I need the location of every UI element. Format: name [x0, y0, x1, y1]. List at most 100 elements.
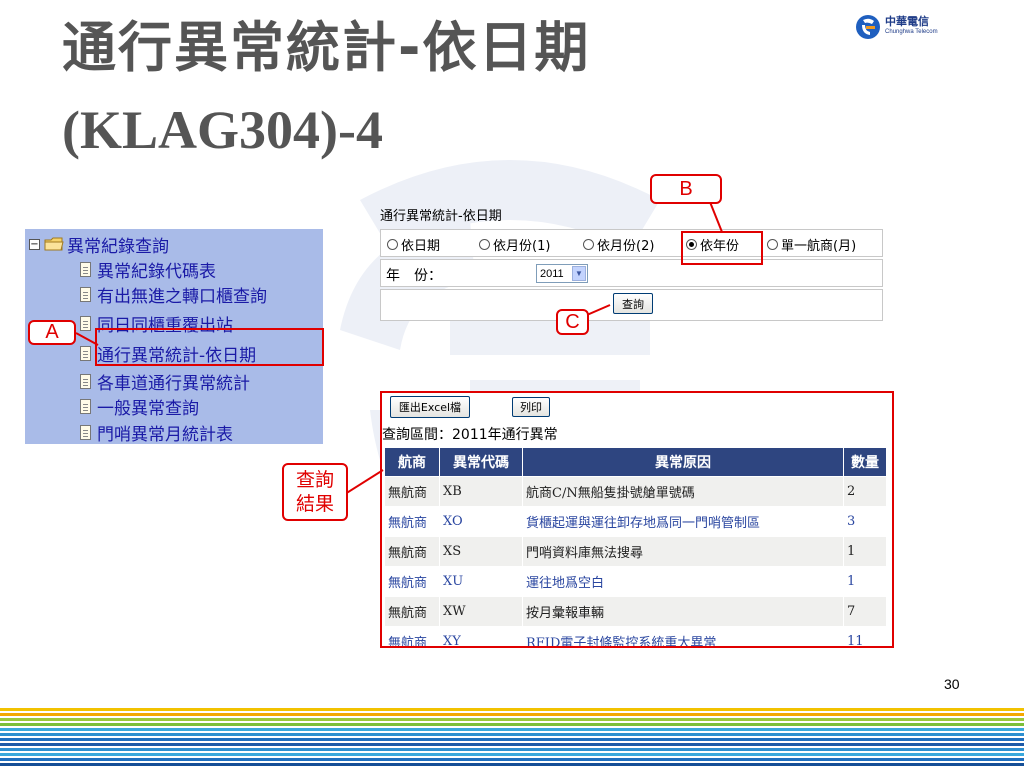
tree-item-label: 門哨異常月統計表	[97, 424, 233, 445]
radio-label: 依月份(1)	[493, 239, 551, 254]
radio-by-month-2[interactable]: 依月份(2)	[583, 235, 654, 254]
table-cell: XY	[439, 626, 523, 646]
chevron-down-icon[interactable]: ▼	[572, 266, 586, 281]
mode-row: 依日期 依月份(1) 依月份(2) 依年份 單一航商(月)	[380, 229, 883, 257]
callout-b-arrow	[709, 201, 723, 233]
tree-item[interactable]: 有出無進之轉口櫃查詢	[80, 283, 267, 307]
print-button[interactable]: 列印	[512, 397, 550, 417]
table-cell: 1	[843, 566, 887, 597]
table-cell: 2	[843, 476, 887, 507]
page-title: 通行異常統計-依日期	[62, 16, 591, 79]
callout-a-label: A	[28, 320, 76, 345]
results-table: 航商 異常代碼 異常原因 數量 無航商 XB 航商C/N無船隻掛號艙單號碼 2 …	[384, 447, 887, 646]
radio-circle[interactable]	[583, 239, 594, 250]
collapse-icon[interactable]: −	[29, 238, 40, 250]
table-cell: 1	[843, 536, 887, 567]
document-icon	[80, 398, 91, 414]
table-cell: RFID電子封條監控系統重大異常	[522, 626, 844, 646]
table-cell: 7	[843, 596, 887, 627]
table-cell: 貨櫃起運與運往卸存地爲同一門哨管制區	[522, 506, 844, 537]
query-range-text: 查詢區間：2011年通行異常	[382, 427, 558, 443]
table-cell: 按月彙報車輛	[522, 596, 844, 627]
table-cell: 無航商	[384, 596, 440, 627]
table-cell: 無航商	[384, 566, 440, 597]
document-icon	[80, 261, 91, 277]
tree-item[interactable]: 一般異常查詢	[80, 395, 199, 419]
logo-name-cn: 中華電信	[885, 15, 929, 28]
tree-item[interactable]: 各車道通行異常統計	[80, 370, 250, 394]
table-cell: 11	[843, 626, 887, 646]
company-logo: 中華電信 Chunghwa Telecom	[855, 14, 938, 40]
radio-by-month-1[interactable]: 依月份(1)	[479, 235, 550, 254]
callout-results-line1: 查詢	[295, 469, 334, 491]
table-cell: 無航商	[384, 476, 440, 507]
table-cell: XO	[439, 506, 523, 537]
form-title: 通行異常統計-依日期	[380, 209, 502, 224]
year-select[interactable]: 2011 ▼	[536, 264, 588, 283]
tree-item-label: 有出無進之轉口櫃查詢	[97, 286, 267, 307]
callout-results-line2: 結果	[295, 493, 334, 515]
tree-item-label: 一般異常查詢	[97, 398, 199, 419]
document-icon	[80, 424, 91, 440]
radio-circle[interactable]	[479, 239, 490, 250]
callout-a-arrow	[76, 332, 99, 346]
table-row[interactable]: 無航商 XS 門哨資料庫無法搜尋 1	[384, 536, 887, 567]
document-icon	[80, 373, 91, 389]
table-header-row: 航商 異常代碼 異常原因 數量	[384, 447, 887, 477]
year-row: 年 份： 2011 ▼	[380, 259, 883, 287]
radio-label: 依月份(2)	[597, 239, 655, 254]
callout-results-arrow	[345, 469, 384, 495]
document-icon	[80, 345, 91, 361]
table-cell: XS	[439, 536, 523, 567]
year-select-value: 2011	[540, 267, 564, 280]
column-header[interactable]: 異常原因	[522, 447, 844, 477]
document-icon	[80, 286, 91, 302]
export-excel-button[interactable]: 匯出Excel檔	[390, 396, 470, 418]
tree-root[interactable]: − 異常紀錄查詢	[29, 231, 169, 257]
table-cell: XU	[439, 566, 523, 597]
chunghwa-logo-icon	[856, 15, 880, 39]
tree-item[interactable]: 門哨異常月統計表	[80, 421, 233, 445]
table-cell: XW	[439, 596, 523, 627]
page-subtitle: (KLAG304)-4	[62, 100, 383, 160]
callout-a-highlight	[95, 328, 324, 366]
radio-circle[interactable]	[767, 239, 778, 250]
tree-item-label: 異常紀錄代碼表	[97, 261, 216, 282]
table-row[interactable]: 無航商 XU 運往地爲空白 1	[384, 566, 887, 597]
button-row: 查詢	[380, 289, 883, 321]
radio-by-date[interactable]: 依日期	[387, 235, 440, 254]
table-row[interactable]: 無航商 XW 按月彙報車輛 7	[384, 596, 887, 627]
tree-root-label: 異常紀錄查詢	[67, 236, 169, 257]
query-button[interactable]: 查詢	[613, 293, 653, 314]
radio-single-carrier[interactable]: 單一航商(月)	[767, 235, 856, 254]
logo-name-en: Chunghwa Telecom	[885, 29, 938, 35]
results-panel: 匯出Excel檔 列印 查詢區間：2011年通行異常 航商 異常代碼 異常原因 …	[380, 391, 894, 648]
column-header[interactable]: 航商	[384, 447, 440, 477]
table-cell: 3	[843, 506, 887, 537]
page-number: 30	[944, 676, 960, 692]
year-label: 年 份：	[386, 268, 442, 284]
tree-item[interactable]: 異常紀錄代碼表	[80, 258, 216, 282]
radio-label: 單一航商(月)	[781, 239, 857, 254]
callout-results-label: 查詢 結果	[282, 463, 348, 521]
callout-b-highlight	[681, 231, 763, 265]
table-row[interactable]: 無航商 XB 航商C/N無船隻掛號艙單號碼 2	[384, 476, 887, 507]
folder-icon	[44, 237, 64, 251]
callout-c-label: C	[556, 309, 589, 335]
radio-label: 依日期	[401, 239, 441, 254]
table-cell: 門哨資料庫無法搜尋	[522, 536, 844, 567]
table-row[interactable]: 無航商 XY RFID電子封條監控系統重大異常 11	[384, 626, 887, 646]
table-cell: 無航商	[384, 506, 440, 537]
radio-circle[interactable]	[387, 239, 398, 250]
tree-item-label: 各車道通行異常統計	[97, 373, 250, 394]
table-cell: 無航商	[384, 536, 440, 567]
table-cell: 無航商	[384, 626, 440, 646]
footer-stripes	[0, 708, 1024, 766]
table-cell: XB	[439, 476, 523, 507]
table-cell: 運往地爲空白	[522, 566, 844, 597]
column-header[interactable]: 異常代碼	[439, 447, 523, 477]
column-header[interactable]: 數量	[843, 447, 887, 477]
table-cell: 航商C/N無船隻掛號艙單號碼	[522, 476, 844, 507]
table-row[interactable]: 無航商 XO 貨櫃起運與運往卸存地爲同一門哨管制區 3	[384, 506, 887, 537]
callout-b-label: B	[650, 174, 722, 204]
